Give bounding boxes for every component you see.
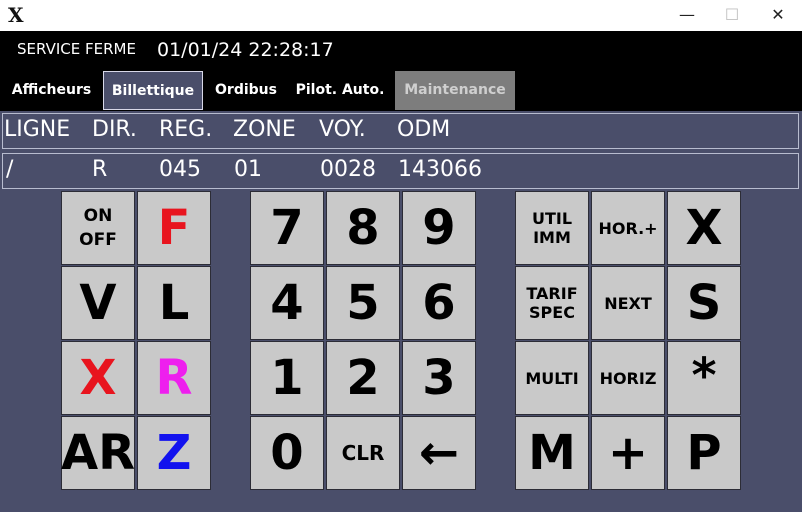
value-dir: R: [92, 157, 108, 182]
maximize-button: ☐: [724, 5, 740, 24]
tarif-spec-key[interactable]: TARIF SPEC: [515, 266, 589, 340]
digit-9-key[interactable]: 9: [402, 191, 476, 265]
info-header-row: LIGNE DIR. REG. ZONE VOY. ODM: [2, 113, 799, 149]
digit-2-key[interactable]: 2: [326, 341, 400, 415]
l-key[interactable]: L: [137, 266, 211, 340]
on-off-key[interactable]: ON OFF: [61, 191, 135, 265]
header-ligne: LIGNE: [4, 117, 71, 142]
tab-afficheurs[interactable]: Afficheurs: [4, 71, 99, 110]
tab-ordibus[interactable]: Ordibus: [207, 71, 285, 110]
x-red-key[interactable]: X: [61, 341, 135, 415]
tab-billettique[interactable]: Billettique: [103, 71, 203, 110]
header-odm: ODM: [397, 117, 451, 142]
service-status: SERVICE FERME: [17, 40, 136, 58]
z-key[interactable]: Z: [137, 416, 211, 490]
p-key[interactable]: P: [667, 416, 741, 490]
x-key[interactable]: X: [667, 191, 741, 265]
digit-5-key[interactable]: 5: [326, 266, 400, 340]
close-button[interactable]: ✕: [767, 4, 789, 26]
plus-key[interactable]: +: [591, 416, 665, 490]
multi-key[interactable]: MULTI: [515, 341, 589, 415]
horiz-key[interactable]: HORIZ: [591, 341, 665, 415]
digit-6-key[interactable]: 6: [402, 266, 476, 340]
next-key[interactable]: NEXT: [591, 266, 665, 340]
util-imm-key[interactable]: UTIL IMM: [515, 191, 589, 265]
minimize-button[interactable]: —: [676, 4, 698, 26]
value-ligne: /: [6, 157, 14, 182]
digit-8-key[interactable]: 8: [326, 191, 400, 265]
digit-4-key[interactable]: 4: [250, 266, 324, 340]
tab-pilot-auto[interactable]: Pilot. Auto.: [289, 71, 391, 110]
digit-0-key[interactable]: 0: [250, 416, 324, 490]
digit-7-key[interactable]: 7: [250, 191, 324, 265]
ar-key[interactable]: AR: [61, 416, 135, 490]
util-imm-key-line1: UTIL: [531, 209, 573, 228]
r-key[interactable]: R: [137, 341, 211, 415]
x-logo-icon: X: [8, 3, 24, 27]
on-off-key-line1: ON: [83, 206, 113, 226]
on-off-key-line2: OFF: [79, 230, 117, 250]
header-zone: ZONE: [233, 117, 296, 142]
header-voy: VOY.: [319, 117, 366, 142]
header-reg: REG.: [159, 117, 213, 142]
digit-1-key[interactable]: 1: [250, 341, 324, 415]
s-key[interactable]: S: [667, 266, 741, 340]
hor-plus-key[interactable]: HOR.+: [591, 191, 665, 265]
m-key[interactable]: M: [515, 416, 589, 490]
window-titlebar: X — ☐ ✕: [0, 0, 802, 31]
v-key[interactable]: V: [61, 266, 135, 340]
tarif-spec-key-line2: SPEC: [529, 303, 575, 322]
backspace-arrow-key[interactable]: ←: [402, 416, 476, 490]
header-dir: DIR.: [92, 117, 137, 142]
info-value-row: / R 045 01 0028 143066: [2, 153, 799, 189]
tarif-spec-key-line1: TARIF: [526, 284, 578, 303]
tab-maintenance: Maintenance: [395, 71, 515, 110]
digit-3-key[interactable]: 3: [402, 341, 476, 415]
asterisk-key[interactable]: *: [667, 341, 741, 415]
value-odm: 143066: [398, 157, 482, 182]
value-reg: 045: [159, 157, 201, 182]
util-imm-key-line2: IMM: [533, 228, 571, 247]
f-key[interactable]: F: [137, 191, 211, 265]
date-time: 01/01/24 22:28:17: [157, 39, 334, 61]
value-voy: 0028: [320, 157, 376, 182]
value-zone: 01: [234, 157, 262, 182]
clr-key[interactable]: CLR: [326, 416, 400, 490]
